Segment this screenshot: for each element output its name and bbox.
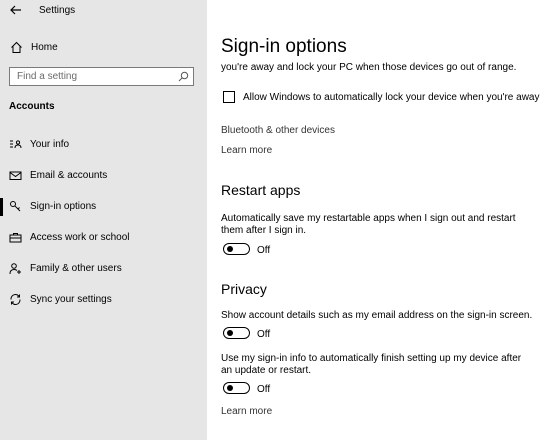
signin-info-toggle-state: Off <box>257 384 271 395</box>
dynamic-lock-checkbox[interactable] <box>223 91 235 103</box>
back-arrow-icon[interactable] <box>9 3 23 17</box>
privacy-heading: Privacy <box>221 281 267 297</box>
mail-icon <box>9 171 22 180</box>
title-bar: Settings <box>0 0 207 22</box>
nav-home[interactable]: Home <box>0 36 207 60</box>
signin-info-description-line1: Use my sign-in info to automatically fin… <box>221 353 522 364</box>
search-icon[interactable] <box>178 71 189 82</box>
sidebar-item-email-accounts[interactable]: Email & accounts <box>0 163 207 189</box>
briefcase-icon <box>9 233 22 243</box>
signin-info-toggle[interactable] <box>223 382 250 394</box>
app-title: Settings <box>39 5 76 16</box>
restart-apps-toggle[interactable] <box>223 243 250 255</box>
account-details-toggle[interactable] <box>223 327 250 339</box>
main-content: Sign-in options you're away and lock you… <box>207 0 555 440</box>
toggle-knob <box>227 385 233 391</box>
search-placeholder: Find a setting <box>17 71 78 82</box>
sidebar-item-family-other-users[interactable]: Family & other users <box>0 256 207 282</box>
dynamic-lock-description: you're away and lock your PC when those … <box>221 62 517 73</box>
sidebar-item-label: Family & other users <box>30 263 122 274</box>
sync-icon <box>10 294 21 305</box>
toggle-knob <box>227 330 233 336</box>
toggle-knob <box>227 246 233 252</box>
restart-apps-toggle-state: Off <box>257 245 271 256</box>
restart-apps-description-line1: Automatically save my restartable apps w… <box>221 213 516 224</box>
page-title: Sign-in options <box>221 36 347 57</box>
sidebar: Settings Home Find a setting Accounts Yo… <box>0 0 207 440</box>
section-title: Accounts <box>9 101 55 112</box>
sidebar-item-label: Access work or school <box>30 232 130 243</box>
sidebar-item-your-info[interactable]: Your info <box>0 132 207 158</box>
selected-indicator <box>0 198 3 216</box>
signin-info-description-line2: an update or restart. <box>221 365 312 376</box>
learn-more-link[interactable]: Learn more <box>221 145 272 156</box>
home-icon <box>11 41 22 53</box>
search-input[interactable]: Find a setting <box>9 67 194 86</box>
sidebar-item-access-work-school[interactable]: Access work or school <box>0 225 207 251</box>
sidebar-item-label: Sync your settings <box>30 294 112 305</box>
sidebar-item-label: Email & accounts <box>30 170 108 181</box>
sidebar-item-sync-settings[interactable]: Sync your settings <box>0 287 207 313</box>
bluetooth-devices-link[interactable]: Bluetooth & other devices <box>221 125 335 136</box>
restart-apps-description-line2: them after I sign in. <box>221 225 307 236</box>
person-add-icon <box>9 263 21 275</box>
account-details-toggle-state: Off <box>257 329 271 340</box>
dynamic-lock-checkbox-label[interactable]: Allow Windows to automatically lock your… <box>243 92 539 103</box>
nav-home-label: Home <box>31 42 58 53</box>
sidebar-item-label: Your info <box>30 139 70 150</box>
sidebar-item-sign-in-options[interactable]: Sign-in options <box>0 194 207 220</box>
sidebar-item-label: Sign-in options <box>30 201 97 212</box>
restart-apps-heading: Restart apps <box>221 182 301 198</box>
contact-card-icon <box>10 140 22 149</box>
privacy-learn-more-link[interactable]: Learn more <box>221 406 272 417</box>
key-icon <box>10 201 21 212</box>
account-details-description: Show account details such as my email ad… <box>221 310 533 321</box>
